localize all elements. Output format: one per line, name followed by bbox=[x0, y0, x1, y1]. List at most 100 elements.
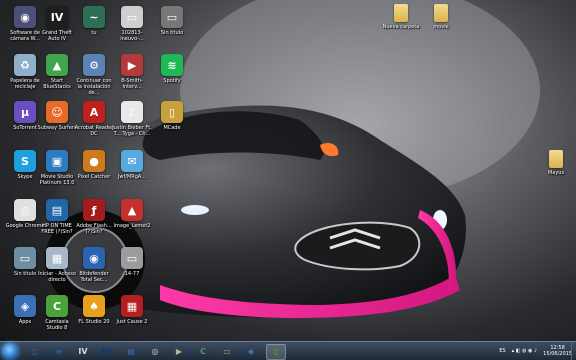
desktop-icon-label: Start BlueStacks bbox=[43, 78, 71, 90]
folder-icon bbox=[434, 4, 448, 22]
tb-apps[interactable]: ◈ bbox=[242, 344, 260, 358]
desktop-icon-label: Pixel Catcher bbox=[77, 174, 111, 180]
desktop-icon[interactable]: ~ tu bbox=[74, 6, 114, 36]
app-icon: C bbox=[46, 295, 68, 317]
taskbar-app-icon: Ps bbox=[101, 346, 113, 356]
folder-icon-item[interactable]: Mayus bbox=[536, 150, 576, 176]
tb-ie[interactable]: e bbox=[50, 344, 68, 358]
app-icon: ▲ bbox=[46, 54, 68, 76]
desktop-icon[interactable]: ▣ Movie Studio Platinum 13.0 bbox=[37, 150, 77, 186]
folder-label: movie bbox=[433, 24, 449, 30]
desktop-icon[interactable]: ▭ 14-77 bbox=[112, 247, 152, 277]
app-icon: ◈ bbox=[14, 295, 36, 317]
tb-media[interactable]: ▶ bbox=[170, 344, 188, 358]
app-icon: ▭ bbox=[14, 247, 36, 269]
taskbar-app-icon: ◫ bbox=[31, 346, 39, 356]
desktop-icon-label: 102813-ineuvo-... bbox=[120, 30, 144, 42]
taskbar-app-icon: ◈ bbox=[247, 346, 255, 356]
desktop-icon-label: Movie Studio Platinum 13.0 bbox=[39, 174, 75, 186]
desktop-icon-label: Camtasia Studio 8 bbox=[45, 319, 69, 331]
desktop-icon[interactable]: ☺ Subway Surfers bbox=[37, 101, 77, 131]
tb-folder[interactable]: ◫ bbox=[26, 344, 44, 358]
desktop-icon[interactable]: ◉ Bitdefender Total Sec... bbox=[74, 247, 114, 283]
desktop-icon-label: Acrobat Reader DC bbox=[74, 125, 114, 137]
desktop-icon[interactable]: ▯ MCade bbox=[152, 101, 192, 131]
desktop-icon-label: Grand Theft Auto IV bbox=[42, 30, 72, 42]
desktop-icon-label: Adobe Flash... (?)Sin? bbox=[76, 223, 112, 235]
taskbar-app-icon: ▶ bbox=[175, 346, 183, 356]
clock[interactable]: 12:58 15/06/2015 bbox=[543, 345, 572, 357]
desktop-icon[interactable]: ▦ Just Cause 2 bbox=[112, 295, 152, 325]
folder-icon bbox=[394, 4, 408, 22]
desktop-icon-label: Sin título bbox=[160, 30, 184, 36]
desktop-icon-label: HP ON TIME FREE (?)Sin? bbox=[41, 223, 73, 235]
folder-label: Mayus bbox=[547, 170, 565, 176]
desktop-icon[interactable]: ▭ 102813-ineuvo-... bbox=[112, 6, 152, 42]
desktop-icon-label: Subway Surfers bbox=[37, 125, 77, 131]
app-icon: ▭ bbox=[121, 247, 143, 269]
app-icon: A bbox=[83, 101, 105, 123]
desktop-icon-label: Just Cause 2 bbox=[116, 319, 148, 325]
app-icon: ▣ bbox=[46, 150, 68, 172]
taskbar-app-icon: ◎ bbox=[151, 346, 159, 356]
app-icon: ⚙ bbox=[83, 54, 105, 76]
tb-files[interactable]: ▭ bbox=[218, 344, 236, 358]
taskbar-app-icon: e bbox=[56, 346, 62, 356]
app-icon: ♪ bbox=[121, 101, 143, 123]
app-icon: ▦ bbox=[121, 295, 143, 317]
desktop-icon[interactable]: ⚙ Continuar con la instalación de... bbox=[74, 54, 114, 96]
desktop-icon[interactable]: ▭ Sin título bbox=[152, 6, 192, 36]
desktop-icon-label: tu bbox=[91, 30, 97, 36]
desktop-icon[interactable]: ▦ Iniciar - Acceso directo bbox=[37, 247, 77, 283]
desktop-icon[interactable]: ♠ FL Studio 20 bbox=[74, 295, 114, 325]
taskbar-app-icon: IV bbox=[78, 346, 88, 356]
desktop-icon-label: Justin Bieber Ft. T... Tyga - Ch... bbox=[112, 125, 152, 137]
desktop-icon[interactable]: ≋ Spotify bbox=[152, 54, 192, 84]
tb-chrome[interactable]: ◎ bbox=[146, 344, 164, 358]
start-button[interactable] bbox=[2, 343, 18, 359]
app-icon: ✉ bbox=[121, 150, 143, 172]
taskbar-app-icon: C bbox=[200, 346, 206, 356]
desktop-icon[interactable]: ▶ B-Smith-Interv... bbox=[112, 54, 152, 90]
desktop-icon-label: Jwf/MRgA... bbox=[117, 174, 147, 180]
tb-camtasia-2[interactable]: C bbox=[266, 344, 286, 360]
desktop-icon[interactable]: ▲ Image_Lemet2 bbox=[112, 199, 152, 229]
desktop-icon-label: Image_Lemet2 bbox=[113, 223, 151, 229]
app-icon: ● bbox=[83, 150, 105, 172]
desktop-icon[interactable]: ▲ Start BlueStacks bbox=[37, 54, 77, 90]
app-icon: ~ bbox=[83, 6, 105, 28]
app-icon: ▯ bbox=[161, 101, 183, 123]
desktop-icon[interactable]: ▤ HP ON TIME FREE (?)Sin? bbox=[37, 199, 77, 235]
app-icon: S bbox=[14, 150, 36, 172]
folder-label: Nueva carpeta bbox=[382, 24, 420, 30]
folder-icon-item[interactable]: Nueva carpeta bbox=[381, 4, 421, 30]
language-indicator[interactable]: ES bbox=[499, 348, 505, 354]
taskbar-app-icon: ▭ bbox=[223, 346, 231, 356]
app-icon: ≋ bbox=[161, 54, 183, 76]
app-icon: ▦ bbox=[46, 247, 68, 269]
tb-camtasia[interactable]: C bbox=[194, 344, 212, 358]
desktop-icon[interactable]: A Acrobat Reader DC bbox=[74, 101, 114, 137]
desktop-icon-label: Spotify bbox=[163, 78, 181, 84]
app-icon: ▭ bbox=[121, 6, 143, 28]
app-icon: ◉ bbox=[83, 247, 105, 269]
desktop-icon[interactable]: ● Pixel Catcher bbox=[74, 150, 114, 180]
tb-explorer[interactable]: ▤ bbox=[122, 344, 140, 358]
app-icon: ♠ bbox=[83, 295, 105, 317]
desktop-icon[interactable]: ƒ Adobe Flash... (?)Sin? bbox=[74, 199, 114, 235]
desktop-icon[interactable]: ♪ Justin Bieber Ft. T... Tyga - Ch... bbox=[112, 101, 152, 137]
app-icon: ◎ bbox=[14, 199, 36, 221]
desktop-icon[interactable]: IV Grand Theft Auto IV bbox=[37, 6, 77, 42]
desktop-icon[interactable]: ✉ Jwf/MRgA... bbox=[112, 150, 152, 180]
tray-icons[interactable]: ▴ ◧ ◍ ◉ ♪ bbox=[512, 348, 538, 354]
app-icon: IV bbox=[46, 6, 68, 28]
system-tray: ES ▴ ◧ ◍ ◉ ♪ 12:58 15/06/2015 bbox=[499, 343, 572, 359]
app-icon: ▭ bbox=[161, 6, 183, 28]
show-desktop-button[interactable] bbox=[571, 342, 576, 360]
desktop-icon[interactable]: C Camtasia Studio 8 bbox=[37, 295, 77, 331]
taskbar: ◫ e IV Ps ▤ ◎ ▶ C ▭ ◈ C ES ▴ ◧ ◍ ◉ ♪ 12:58 15/06/2… bbox=[0, 341, 576, 360]
tb-photoshop[interactable]: Ps bbox=[98, 344, 116, 358]
tb-gta[interactable]: IV bbox=[74, 344, 92, 358]
folder-icon-item[interactable]: movie bbox=[421, 4, 461, 30]
app-icon: ◉ bbox=[14, 6, 36, 28]
